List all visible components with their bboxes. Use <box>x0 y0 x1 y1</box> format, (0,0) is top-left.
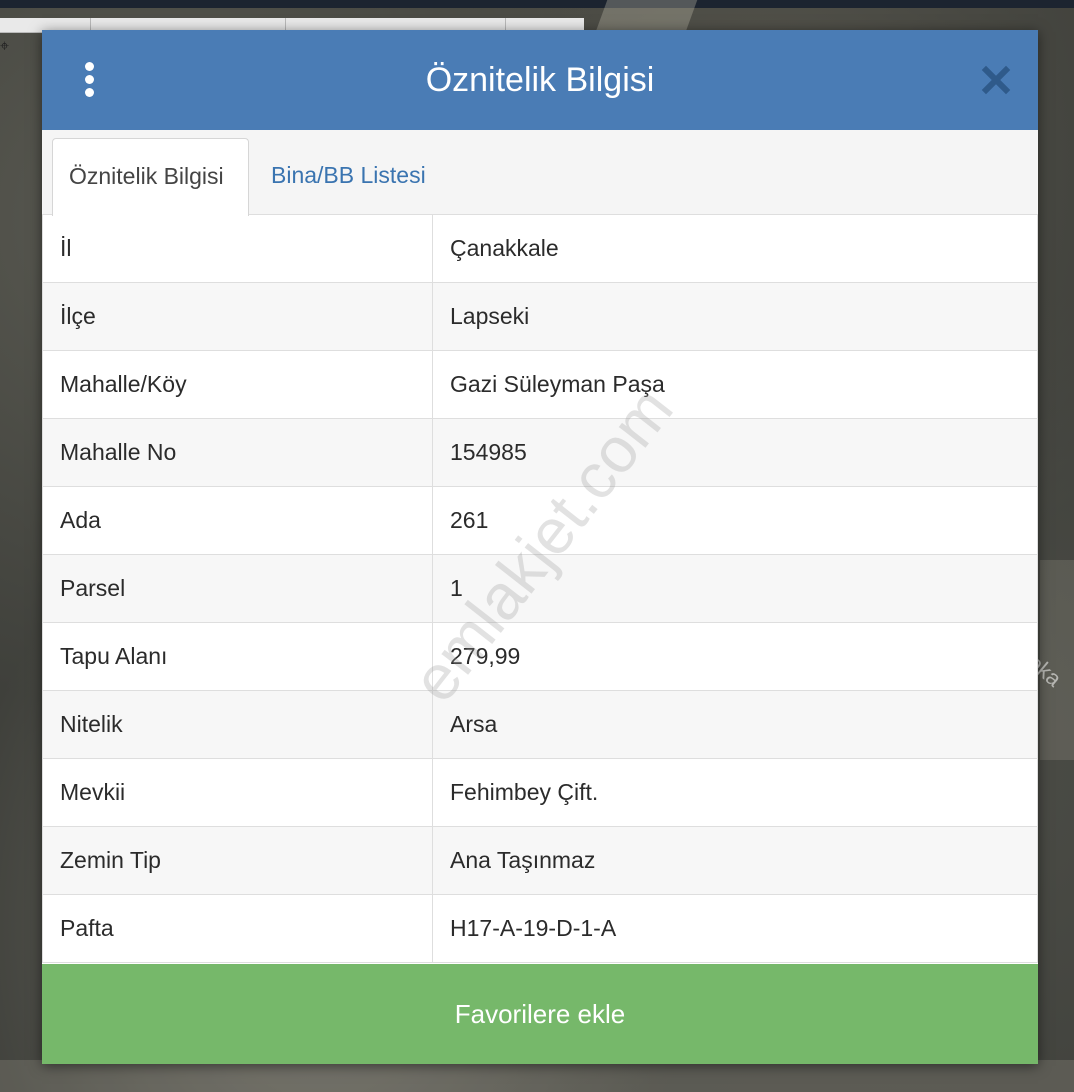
attribute-key: Tapu Alanı <box>42 622 433 691</box>
attribute-value: 154985 <box>432 418 1038 487</box>
attribute-value: Fehimbey Çift. <box>432 758 1038 827</box>
attribute-key: İl <box>42 214 433 283</box>
close-icon-glyph <box>981 65 1011 95</box>
locate-icon[interactable]: ⌖ <box>0 36 14 58</box>
menu-dot <box>85 88 94 97</box>
attribute-value: 1 <box>432 554 1038 623</box>
table-row: İlçe Lapseki <box>42 282 1038 351</box>
map-top-bar <box>0 0 1074 8</box>
tab-building-list[interactable]: Bina/BB Listesi <box>255 138 442 214</box>
attribute-key: Mevkii <box>42 758 433 827</box>
vertical-ellipsis-icon[interactable] <box>76 58 106 102</box>
map-road <box>0 1060 1074 1092</box>
menu-dot <box>85 62 94 71</box>
tab-bar: Öznitelik Bilgisi Bina/BB Listesi <box>42 130 1038 216</box>
attribute-value: 279,99 <box>432 622 1038 691</box>
dialog-header: Öznitelik Bilgisi <box>42 30 1038 130</box>
dialog-title: Öznitelik Bilgisi <box>425 61 655 99</box>
attribute-key: Mahalle/Köy <box>42 350 433 419</box>
attribute-key: Pafta <box>42 894 433 963</box>
table-row: Mevkii Fehimbey Çift. <box>42 758 1038 827</box>
attribute-value: Ana Taşınmaz <box>432 826 1038 895</box>
table-row: Ada 261 <box>42 486 1038 555</box>
attribute-value: Gazi Süleyman Paşa <box>432 350 1038 419</box>
table-row: Zemin Tip Ana Taşınmaz <box>42 826 1038 895</box>
tab-attribute-info[interactable]: Öznitelik Bilgisi <box>52 138 249 216</box>
attribute-table: İl Çanakkale İlçe Lapseki Mahalle/Köy Ga… <box>42 214 1038 963</box>
table-row: Tapu Alanı 279,99 <box>42 622 1038 691</box>
add-to-favorites-button[interactable]: Favorilere ekle <box>42 964 1038 1064</box>
table-row: Nitelik Arsa <box>42 690 1038 759</box>
close-icon[interactable] <box>978 62 1014 98</box>
table-row: Mahalle No 154985 <box>42 418 1038 487</box>
attribute-value: Arsa <box>432 690 1038 759</box>
attribute-value: 261 <box>432 486 1038 555</box>
menu-dot <box>85 75 94 84</box>
attribute-key: İlçe <box>42 282 433 351</box>
attribute-value: Lapseki <box>432 282 1038 351</box>
attribute-key: Ada <box>42 486 433 555</box>
table-row: Pafta H17-A-19-D-1-A <box>42 894 1038 963</box>
attribute-info-dialog: Öznitelik Bilgisi Öznitelik Bilgisi Bina… <box>42 30 1038 1064</box>
attribute-key: Mahalle No <box>42 418 433 487</box>
table-row: İl Çanakkale <box>42 214 1038 283</box>
table-row: Mahalle/Köy Gazi Süleyman Paşa <box>42 350 1038 419</box>
attribute-value: H17-A-19-D-1-A <box>432 894 1038 963</box>
table-row: Parsel 1 <box>42 554 1038 623</box>
attribute-value: Çanakkale <box>432 214 1038 283</box>
attribute-key: Parsel <box>42 554 433 623</box>
attribute-key: Zemin Tip <box>42 826 433 895</box>
attribute-key: Nitelik <box>42 690 433 759</box>
